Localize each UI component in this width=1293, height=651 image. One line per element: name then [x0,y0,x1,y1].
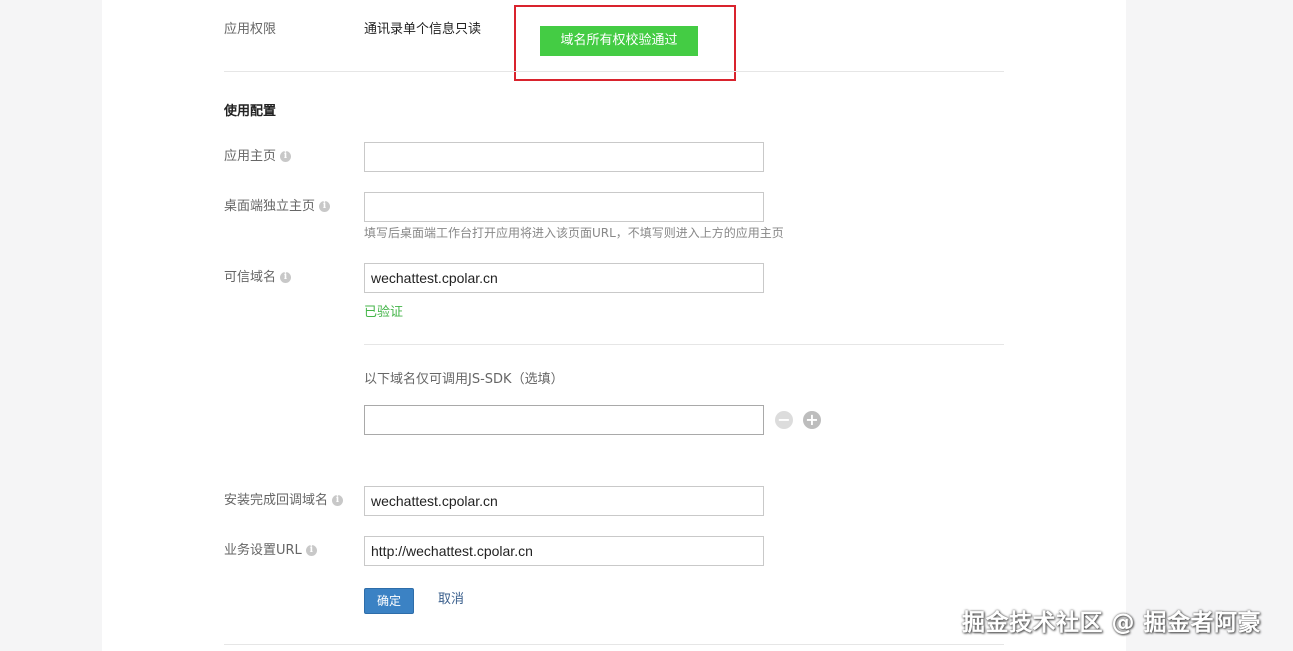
domain-verified-button[interactable]: 域名所有权校验通过 [540,26,698,56]
info-icon[interactable]: i [280,151,292,162]
trusted-domain-label: 可信域名 i [224,269,292,287]
trusted-domain-input[interactable] [364,263,764,293]
business-url-label-text: 业务设置URL [224,543,302,558]
minus-circle-icon[interactable]: − [775,411,793,429]
install-callback-input[interactable] [364,486,764,516]
confirm-button[interactable]: 确定 [364,588,414,614]
trusted-domain-label-text: 可信域名 [224,270,277,285]
business-url-input[interactable] [364,536,764,566]
permission-value: 通讯录单个信息只读 [364,22,482,37]
homepage-input[interactable] [364,142,764,172]
desktop-homepage-label: 桌面端独立主页 i [224,198,331,216]
info-icon[interactable]: i [305,545,317,556]
jssdk-domain-input[interactable] [364,405,764,435]
divider-bottom [224,644,1004,645]
divider-middle [364,344,1004,345]
desktop-homepage-hint: 填写后桌面端工作台打开应用将进入该页面URL，不填写则进入上方的应用主页 [364,226,784,240]
info-icon[interactable]: i [332,495,344,506]
settings-card: 应用权限 通讯录单个信息只读 域名所有权校验通过 使用配置 应用主页 i 桌面端独… [102,0,1126,651]
info-icon[interactable]: i [280,272,292,283]
watermark: 掘金技术社区 @ 掘金者阿豪 [962,610,1262,636]
install-callback-label-text: 安装完成回调域名 [224,493,329,508]
verified-status: 已验证 [364,305,404,320]
homepage-label-text: 应用主页 [224,149,277,164]
desktop-homepage-input[interactable] [364,192,764,222]
plus-circle-icon[interactable]: + [803,411,821,429]
homepage-label: 应用主页 i [224,148,292,166]
divider-top [224,71,1004,72]
section-title: 使用配置 [224,104,277,119]
desktop-homepage-label-text: 桌面端独立主页 [224,199,316,214]
permission-label: 应用权限 [224,22,277,37]
jssdk-label: 以下域名仅可调用JS-SDK（选填） [364,372,564,387]
info-icon[interactable]: i [319,201,331,212]
business-url-label: 业务设置URL i [224,542,317,560]
install-callback-label: 安装完成回调域名 i [224,492,344,510]
cancel-link[interactable]: 取消 [438,591,464,609]
